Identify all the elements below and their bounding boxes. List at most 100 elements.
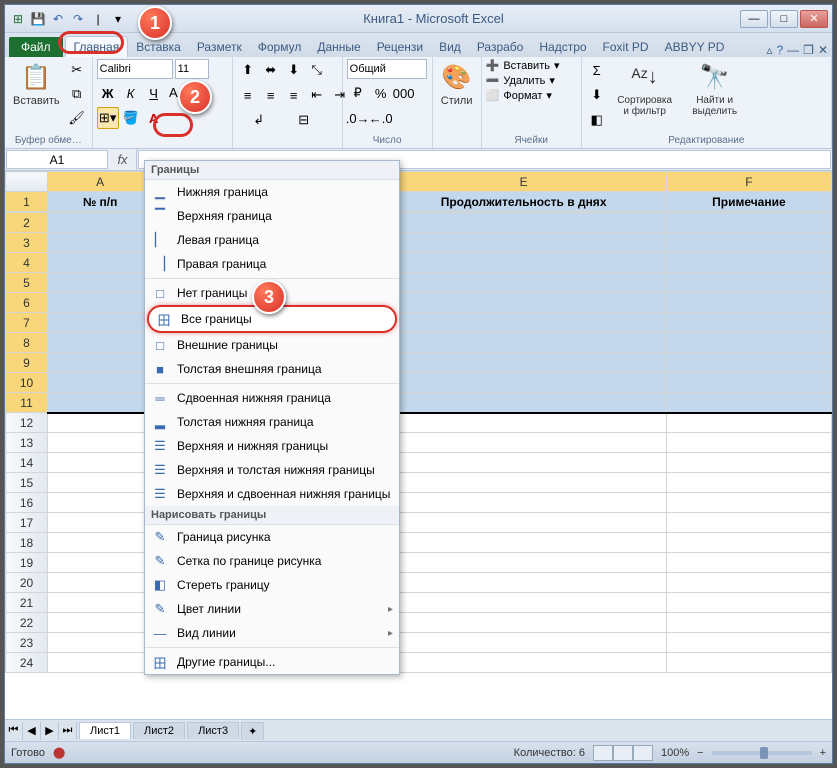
align-left-icon[interactable]: ≡	[237, 84, 259, 106]
tab-data[interactable]: Данные	[309, 37, 368, 57]
cell[interactable]	[666, 653, 831, 673]
cell[interactable]	[666, 493, 831, 513]
border-menu-item[interactable]: ▔Верхняя граница	[145, 204, 399, 228]
row-header-21[interactable]: 21	[6, 593, 48, 613]
border-menu-item[interactable]: ☰Верхняя и сдвоенная нижняя границы	[145, 482, 399, 506]
sheet-tab-2[interactable]: Лист2	[133, 722, 185, 739]
italic-button[interactable]: К	[120, 82, 142, 104]
autosum-icon[interactable]: Σ	[586, 59, 608, 81]
borders-button[interactable]: ⊞▾	[97, 107, 119, 129]
cell[interactable]	[381, 253, 666, 273]
cells-delete-button[interactable]: ➖Удалить ▾	[486, 74, 555, 87]
cell[interactable]	[48, 393, 153, 413]
qat-more-icon[interactable]: ▾	[109, 10, 127, 28]
cell[interactable]	[48, 573, 153, 593]
zoom-out-icon[interactable]: −	[697, 747, 703, 759]
save-icon[interactable]: 💾	[29, 10, 47, 28]
cell-F1[interactable]: Примечание	[666, 192, 831, 212]
paste-button[interactable]: 📋 Вставить	[9, 59, 64, 109]
align-center-icon[interactable]: ≡	[260, 84, 282, 106]
cell[interactable]	[666, 373, 831, 393]
col-header-A[interactable]: A	[48, 172, 153, 192]
cell[interactable]	[381, 553, 666, 573]
align-top-icon[interactable]: ⬆	[237, 59, 259, 81]
cell[interactable]	[666, 433, 831, 453]
styles-button[interactable]: 🎨 Стили	[437, 59, 477, 109]
view-break-icon[interactable]	[633, 745, 653, 761]
tab-formula[interactable]: Формул	[250, 37, 310, 57]
cell[interactable]	[666, 473, 831, 493]
cell[interactable]	[381, 593, 666, 613]
cell[interactable]	[666, 553, 831, 573]
percent-icon[interactable]: %	[370, 82, 392, 104]
comma-icon[interactable]: 000	[393, 82, 415, 104]
cell[interactable]	[48, 613, 153, 633]
cell[interactable]	[666, 453, 831, 473]
cell[interactable]	[48, 533, 153, 553]
maximize-button[interactable]: □	[770, 10, 798, 28]
align-bottom-icon[interactable]: ⬇	[283, 59, 305, 81]
cell[interactable]	[666, 253, 831, 273]
tab-addins[interactable]: Надстро	[531, 37, 594, 57]
cell[interactable]	[48, 333, 153, 353]
row-header-15[interactable]: 15	[6, 473, 48, 493]
cell[interactable]	[48, 293, 153, 313]
cell[interactable]	[381, 393, 666, 413]
cell[interactable]	[666, 413, 831, 433]
row-header-18[interactable]: 18	[6, 533, 48, 553]
bold-button[interactable]: Ж	[97, 82, 119, 104]
cell[interactable]	[48, 213, 153, 233]
cell[interactable]	[381, 333, 666, 353]
name-box[interactable]: A1	[6, 150, 108, 169]
border-menu-item[interactable]: ☰Верхняя и нижняя границы	[145, 434, 399, 458]
border-menu-item[interactable]: ▕Правая граница	[145, 252, 399, 276]
row-header-16[interactable]: 16	[6, 493, 48, 513]
file-tab[interactable]: Файл	[9, 37, 63, 57]
clear-icon[interactable]: ◧	[586, 109, 608, 131]
border-menu-item[interactable]: ▂Толстая нижняя граница	[145, 410, 399, 434]
align-right-icon[interactable]: ≡	[283, 84, 305, 106]
cell[interactable]	[48, 453, 153, 473]
cell[interactable]	[48, 433, 153, 453]
cell-A1[interactable]: № п/п	[48, 192, 153, 212]
cell[interactable]	[381, 573, 666, 593]
cell[interactable]	[381, 613, 666, 633]
cell[interactable]	[48, 373, 153, 393]
cell[interactable]	[381, 413, 666, 433]
cell[interactable]	[381, 653, 666, 673]
cell[interactable]	[381, 233, 666, 253]
sort-filter-button[interactable]: ᴬᶻ↓ Сортировка и фильтр	[610, 59, 680, 119]
cell[interactable]	[381, 273, 666, 293]
row-header-12[interactable]: 12	[6, 413, 48, 433]
tab-view[interactable]: Вид	[431, 37, 469, 57]
sheet-nav-next-icon[interactable]: ▶	[41, 722, 59, 740]
redo-icon[interactable]: ↷	[69, 10, 87, 28]
cell[interactable]	[666, 633, 831, 653]
indent-dec-icon[interactable]: ⇤	[306, 84, 328, 106]
minimize-ribbon-icon[interactable]: ▵	[766, 43, 772, 57]
border-menu-item[interactable]: 田Другие границы...	[145, 650, 399, 674]
row-header-13[interactable]: 13	[6, 433, 48, 453]
border-menu-item[interactable]: ✎Граница рисунка	[145, 525, 399, 549]
fill-icon[interactable]: ⬇	[586, 84, 608, 106]
row-header-22[interactable]: 22	[6, 613, 48, 633]
sheet-nav-last-icon[interactable]: ⏭	[59, 722, 77, 740]
minimize-button[interactable]: —	[740, 10, 768, 28]
cell[interactable]	[381, 453, 666, 473]
cell[interactable]	[666, 573, 831, 593]
cell[interactable]	[381, 493, 666, 513]
dec-decimal-icon[interactable]: ←.0	[370, 107, 392, 129]
inc-decimal-icon[interactable]: .0→	[347, 107, 369, 129]
border-menu-item[interactable]: ▏Левая граница	[145, 228, 399, 252]
help-icon[interactable]: ?	[776, 43, 783, 57]
cell[interactable]	[666, 593, 831, 613]
cell[interactable]	[381, 533, 666, 553]
row-header-19[interactable]: 19	[6, 553, 48, 573]
cell[interactable]	[48, 353, 153, 373]
select-all-corner[interactable]	[6, 172, 48, 192]
cell[interactable]	[381, 633, 666, 653]
border-menu-item[interactable]: ✎Сетка по границе рисунка	[145, 549, 399, 573]
fill-color-button[interactable]: 🪣	[120, 107, 142, 129]
cell[interactable]	[666, 393, 831, 413]
cell[interactable]	[48, 253, 153, 273]
